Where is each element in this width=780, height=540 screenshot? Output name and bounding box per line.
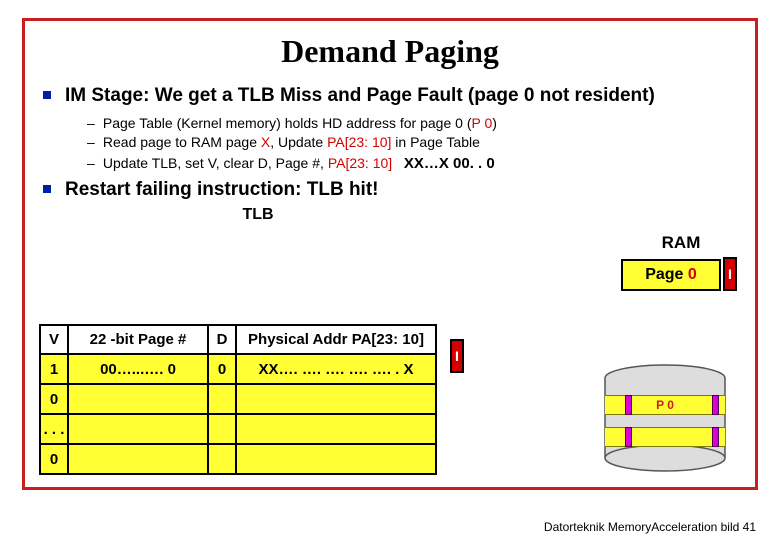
tlb-r2-pa: [236, 384, 436, 414]
disk-stripe-icon: [625, 427, 632, 447]
bullet-2: Restart failing instruction: TLB hit!: [43, 178, 737, 202]
slide-title: Demand Paging: [43, 33, 737, 70]
tlb-label: TLB: [83, 206, 433, 224]
disk-stripe-icon: [625, 395, 632, 415]
tlb-row-dots: . . .: [40, 414, 436, 444]
sub1-c: ): [492, 115, 497, 131]
tlb-h-pn: 22 -bit Page #: [68, 325, 208, 354]
disk-band-p0: P 0: [605, 395, 725, 415]
tlb-dots-pn: [68, 414, 208, 444]
tlb-h-d: D: [208, 325, 236, 354]
tlb-r2-v: 0: [40, 384, 68, 414]
ram-page0: Page 0: [621, 259, 721, 291]
sub-bullets: – Page Table (Kernel memory) holds HD ad…: [87, 114, 737, 174]
ram-page0-text: Page 0: [645, 266, 697, 283]
bullet-1: IM Stage: We get a TLB Miss and Page Fau…: [43, 84, 737, 108]
tlb-h-v: V: [40, 325, 68, 354]
sub2-e: in Page Table: [391, 134, 479, 150]
tlb-r1-pn: 00…...…. 0: [68, 354, 208, 384]
dash-icon: –: [87, 114, 99, 134]
tlb-dots-d: [208, 414, 236, 444]
ram-label: RAM: [621, 233, 741, 253]
tlb-h-pa: Physical Addr PA[23: 10]: [236, 325, 436, 354]
tlb-row-1: 1 00…...…. 0 0 XX…. …. …. …. …. . X: [40, 354, 436, 384]
slide-footer: Datorteknik MemoryAcceleration bild 41: [544, 520, 756, 534]
tlb-r1-v: 1: [40, 354, 68, 384]
dash-icon: –: [87, 154, 99, 174]
bullet-2-text: Restart failing instruction: TLB hit!: [65, 178, 379, 202]
sub2-a: Read page to RAM page: [103, 134, 261, 150]
sub3-a: Update TLB, set V, clear D, Page #,: [103, 155, 328, 171]
dash-icon: –: [87, 133, 99, 153]
tlb-r1-pa: XX…. …. …. …. …. . X: [236, 354, 436, 384]
sub1-b: P 0: [471, 115, 492, 131]
tlb-r4-d: [208, 444, 236, 474]
bullet-1-text: IM Stage: We get a TLB Miss and Page Fau…: [65, 84, 655, 108]
sub2-d: PA[23: 10]: [327, 134, 391, 150]
disk-cylinder: P 0: [601, 363, 729, 473]
bullet-square-icon: [43, 185, 51, 193]
tlb-r4-pn: [68, 444, 208, 474]
tlb-r4-v: 0: [40, 444, 68, 474]
tlb-r2-pn: [68, 384, 208, 414]
sub3-tail: XX…X 00. . 0: [404, 155, 495, 172]
tlb-header-row: V 22 -bit Page # D Physical Addr PA[23: …: [40, 325, 436, 354]
tlb-row-2: 0: [40, 384, 436, 414]
cylinder-icon: [601, 363, 729, 473]
sub3-b: PA[23: 10]: [328, 155, 392, 171]
ram-i-box: I: [723, 257, 737, 291]
slide-frame: Demand Paging IM Stage: We get a TLB Mis…: [22, 18, 758, 490]
disk-stripe-icon: [712, 427, 719, 447]
sub-bullet-3: – Update TLB, set V, clear D, Page #, PA…: [87, 153, 737, 174]
sub1-a: Page Table (Kernel memory) holds HD addr…: [103, 115, 472, 131]
disk-stripe-icon: [712, 395, 719, 415]
sub-bullet-1: – Page Table (Kernel memory) holds HD ad…: [87, 114, 737, 134]
ram-page0-num: 0: [688, 266, 697, 283]
tlb-i-box: I: [450, 339, 464, 373]
ram-block: RAM Page 0 I: [621, 233, 741, 291]
disk-band-2: [605, 427, 725, 447]
tlb-dots-pa: [236, 414, 436, 444]
tlb-r2-d: [208, 384, 236, 414]
sub-bullet-2: – Read page to RAM page X, Update PA[23:…: [87, 133, 737, 153]
sub2-b: X: [261, 134, 270, 150]
tlb-r4-pa: [236, 444, 436, 474]
tlb-row-4: 0: [40, 444, 436, 474]
tlb-dots-v: . . .: [40, 414, 68, 444]
bullet-square-icon: [43, 91, 51, 99]
tlb-table: V 22 -bit Page # D Physical Addr PA[23: …: [39, 324, 437, 475]
sub2-c: , Update: [270, 134, 327, 150]
tlb-r1-d: 0: [208, 354, 236, 384]
